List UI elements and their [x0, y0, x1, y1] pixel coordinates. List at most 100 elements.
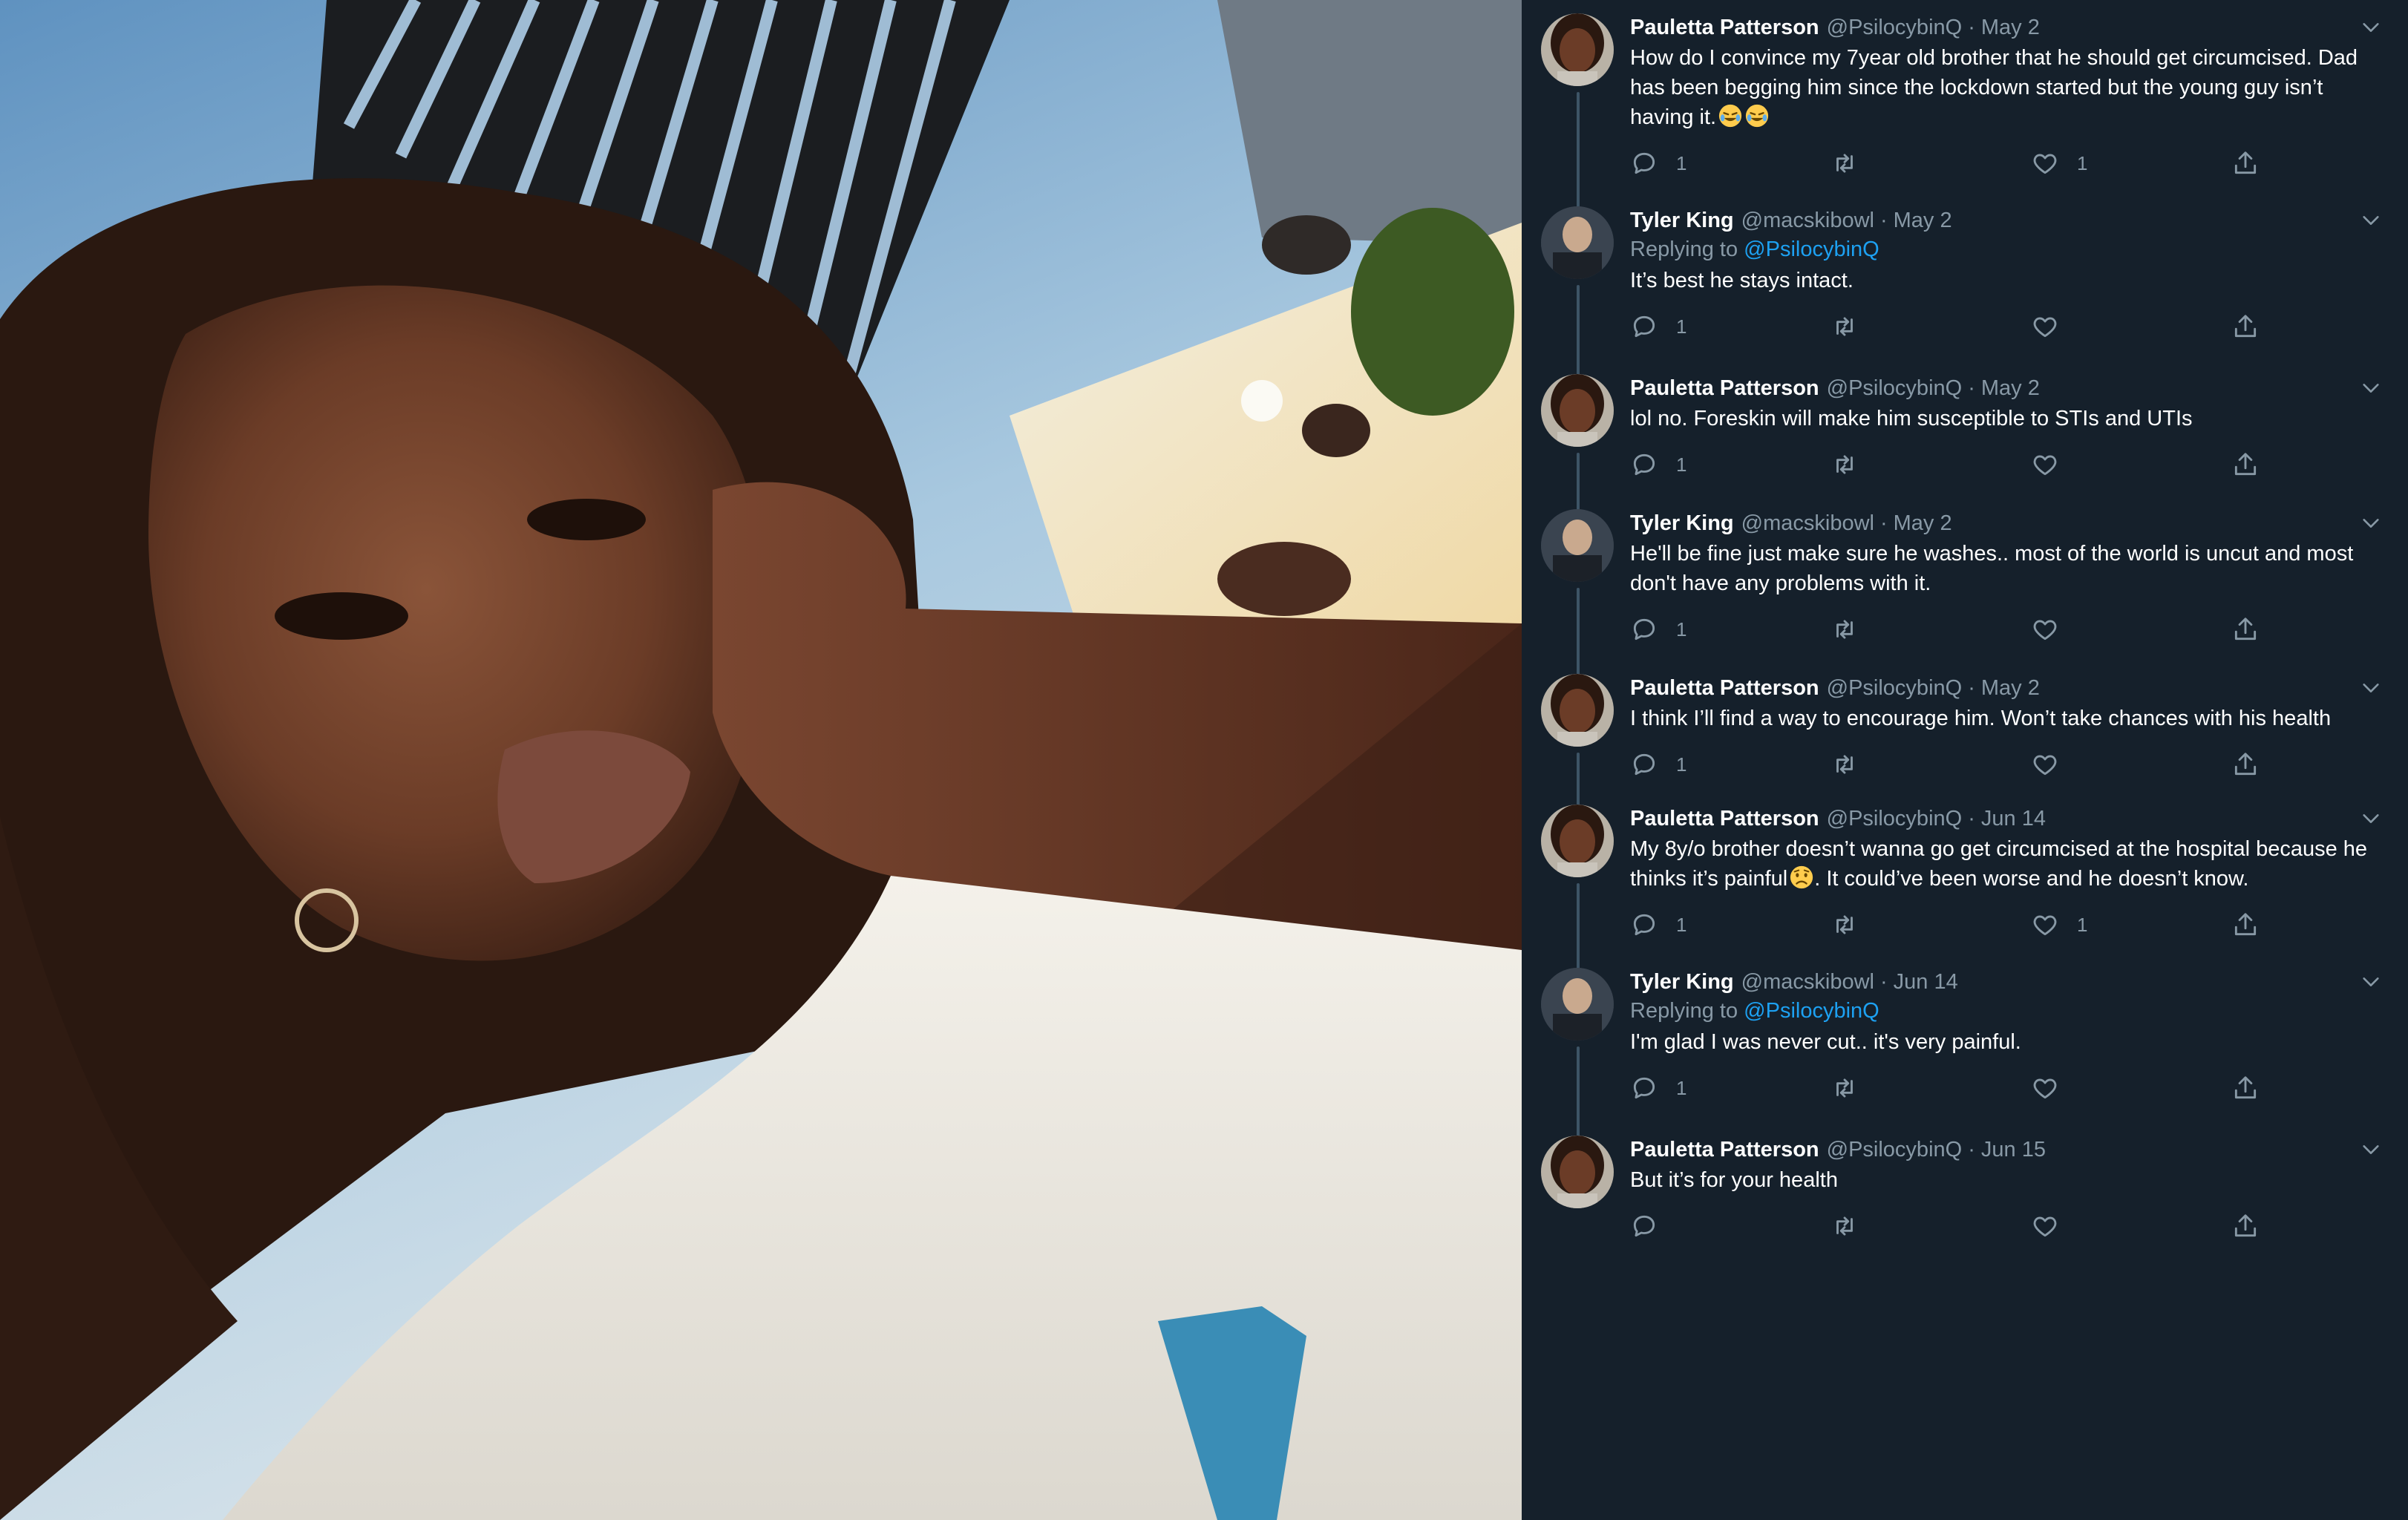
- like-button[interactable]: [2031, 451, 2231, 479]
- display-name[interactable]: Tyler King: [1630, 968, 1734, 996]
- reply-button[interactable]: 1: [1630, 911, 1830, 939]
- tweet-date[interactable]: May 2: [1981, 13, 2040, 42]
- reply-button[interactable]: 1: [1630, 451, 1830, 479]
- avatar[interactable]: [1541, 1136, 1614, 1208]
- chevron-down-icon[interactable]: [2356, 805, 2386, 833]
- tweet-date[interactable]: May 2: [1981, 374, 2040, 402]
- avatar-image: [1541, 13, 1614, 86]
- retweet-button[interactable]: [1830, 451, 2031, 479]
- user-handle[interactable]: @PsilocybinQ: [1827, 374, 1963, 402]
- share-button[interactable]: [2231, 1212, 2260, 1240]
- tweet[interactable]: Pauletta Patterson @PsilocybinQ · May 2 …: [1522, 13, 2408, 217]
- chevron-down-icon[interactable]: [2356, 509, 2386, 537]
- share-icon: [2234, 1214, 2257, 1237]
- tweet-date[interactable]: May 2: [1981, 674, 2040, 702]
- tweet[interactable]: Tyler King @macskibowl · May 2 He'll be …: [1522, 509, 2408, 684]
- chevron-down-icon[interactable]: [2356, 13, 2386, 42]
- user-handle[interactable]: @PsilocybinQ: [1827, 805, 1963, 833]
- display-name[interactable]: Pauletta Patterson: [1630, 805, 1819, 833]
- avatar[interactable]: [1541, 805, 1614, 877]
- replying-to-label: Replying to: [1630, 238, 1744, 261]
- share-button[interactable]: [2231, 312, 2260, 341]
- avatar[interactable]: [1541, 374, 1614, 447]
- avatar[interactable]: [1541, 206, 1614, 279]
- reply-button[interactable]: 1: [1630, 149, 1830, 177]
- display-name[interactable]: Pauletta Patterson: [1630, 674, 1819, 702]
- chevron-down-icon[interactable]: [2356, 968, 2386, 996]
- reply-button[interactable]: 1: [1630, 750, 1830, 779]
- chevron-down-icon[interactable]: [2356, 206, 2386, 235]
- display-name[interactable]: Pauletta Patterson: [1630, 1136, 1819, 1164]
- tweet[interactable]: Pauletta Patterson @PsilocybinQ · Jun 14…: [1522, 805, 2408, 978]
- chevron-down-icon[interactable]: [2356, 374, 2386, 402]
- user-handle[interactable]: @macskibowl: [1741, 206, 1874, 235]
- user-handle[interactable]: @PsilocybinQ: [1827, 1136, 1963, 1164]
- retweet-button[interactable]: [1830, 615, 2031, 643]
- tweet-text: But it’s for your health: [1630, 1168, 1838, 1192]
- avatar[interactable]: [1541, 968, 1614, 1041]
- user-handle[interactable]: @macskibowl: [1741, 509, 1874, 537]
- like-button[interactable]: 1: [2031, 911, 2231, 939]
- display-name[interactable]: Tyler King: [1630, 206, 1734, 235]
- share-button[interactable]: [2231, 451, 2260, 479]
- separator-dot: ·: [1968, 16, 1975, 39]
- chevron-down-icon[interactable]: [2356, 674, 2386, 702]
- retweet-icon: [1836, 154, 1853, 173]
- selfie-photo-graphic: [0, 0, 1522, 1520]
- mention-link[interactable]: @PsilocybinQ: [1744, 999, 1879, 1023]
- retweet-button[interactable]: [1830, 750, 2031, 779]
- share-button[interactable]: [2231, 750, 2260, 779]
- share-icon: [2234, 315, 2257, 338]
- reply-button[interactable]: 1: [1630, 1074, 1830, 1102]
- tweet-date[interactable]: Jun 14: [1981, 805, 2046, 833]
- tweet[interactable]: Pauletta Patterson @PsilocybinQ · Jun 15…: [1522, 1136, 2408, 1266]
- user-handle[interactable]: @PsilocybinQ: [1827, 674, 1963, 702]
- share-button[interactable]: [2231, 911, 2260, 939]
- retweet-button[interactable]: [1830, 149, 2031, 177]
- separator-dot: ·: [1968, 1138, 1975, 1162]
- reply-icon: [1633, 1215, 1655, 1237]
- mention-link[interactable]: @PsilocybinQ: [1744, 238, 1879, 261]
- retweet-button[interactable]: [1830, 1074, 2031, 1102]
- share-button[interactable]: [2231, 615, 2260, 643]
- reply-button[interactable]: 1: [1630, 312, 1830, 341]
- like-button[interactable]: [2031, 1074, 2231, 1102]
- tweet-date[interactable]: Jun 14: [1894, 968, 1958, 996]
- like-button[interactable]: [2031, 750, 2231, 779]
- share-button[interactable]: [2231, 149, 2260, 177]
- avatar[interactable]: [1541, 509, 1614, 582]
- reply-button[interactable]: [1630, 1212, 1830, 1240]
- like-button[interactable]: [2031, 1212, 2231, 1240]
- share-button[interactable]: [2231, 1074, 2260, 1102]
- like-button[interactable]: [2031, 615, 2231, 643]
- retweet-button[interactable]: [1830, 312, 2031, 341]
- reply-icon: [1633, 453, 1655, 476]
- heart-icon: [2033, 455, 2057, 476]
- retweet-button[interactable]: [1830, 911, 2031, 939]
- display-name[interactable]: Pauletta Patterson: [1630, 13, 1819, 42]
- like-button[interactable]: [2031, 312, 2231, 341]
- like-button[interactable]: 1: [2031, 149, 2231, 177]
- tweet[interactable]: Tyler King @macskibowl · May 2 Replying …: [1522, 206, 2408, 384]
- display-name[interactable]: Tyler King: [1630, 509, 1734, 537]
- screenshot-canvas: Pauletta Patterson @PsilocybinQ · May 2 …: [0, 0, 2408, 1520]
- tweet[interactable]: Pauletta Patterson @PsilocybinQ · May 2 …: [1522, 674, 2408, 815]
- avatar[interactable]: [1541, 674, 1614, 747]
- worried-face-icon: [1790, 865, 1813, 889]
- avatar-image: [1541, 206, 1614, 279]
- like-count: 1: [2077, 151, 2088, 174]
- display-name[interactable]: Pauletta Patterson: [1630, 374, 1819, 402]
- chevron-down-icon[interactable]: [2356, 1136, 2386, 1164]
- reply-button[interactable]: 1: [1630, 615, 1830, 643]
- tweet-date[interactable]: Jun 15: [1981, 1136, 2046, 1164]
- user-handle[interactable]: @macskibowl: [1741, 968, 1874, 996]
- avatar[interactable]: [1541, 13, 1614, 86]
- thread-connector: [1577, 588, 1580, 684]
- separator-dot: ·: [1879, 209, 1888, 232]
- tweet-date[interactable]: May 2: [1894, 509, 1952, 537]
- user-handle[interactable]: @PsilocybinQ: [1827, 13, 1963, 42]
- tweet[interactable]: Pauletta Patterson @PsilocybinQ · May 2 …: [1522, 374, 2408, 520]
- tweet[interactable]: Tyler King @macskibowl · Jun 14 Replying…: [1522, 968, 2408, 1146]
- retweet-button[interactable]: [1830, 1212, 2031, 1240]
- tweet-date[interactable]: May 2: [1894, 206, 1952, 235]
